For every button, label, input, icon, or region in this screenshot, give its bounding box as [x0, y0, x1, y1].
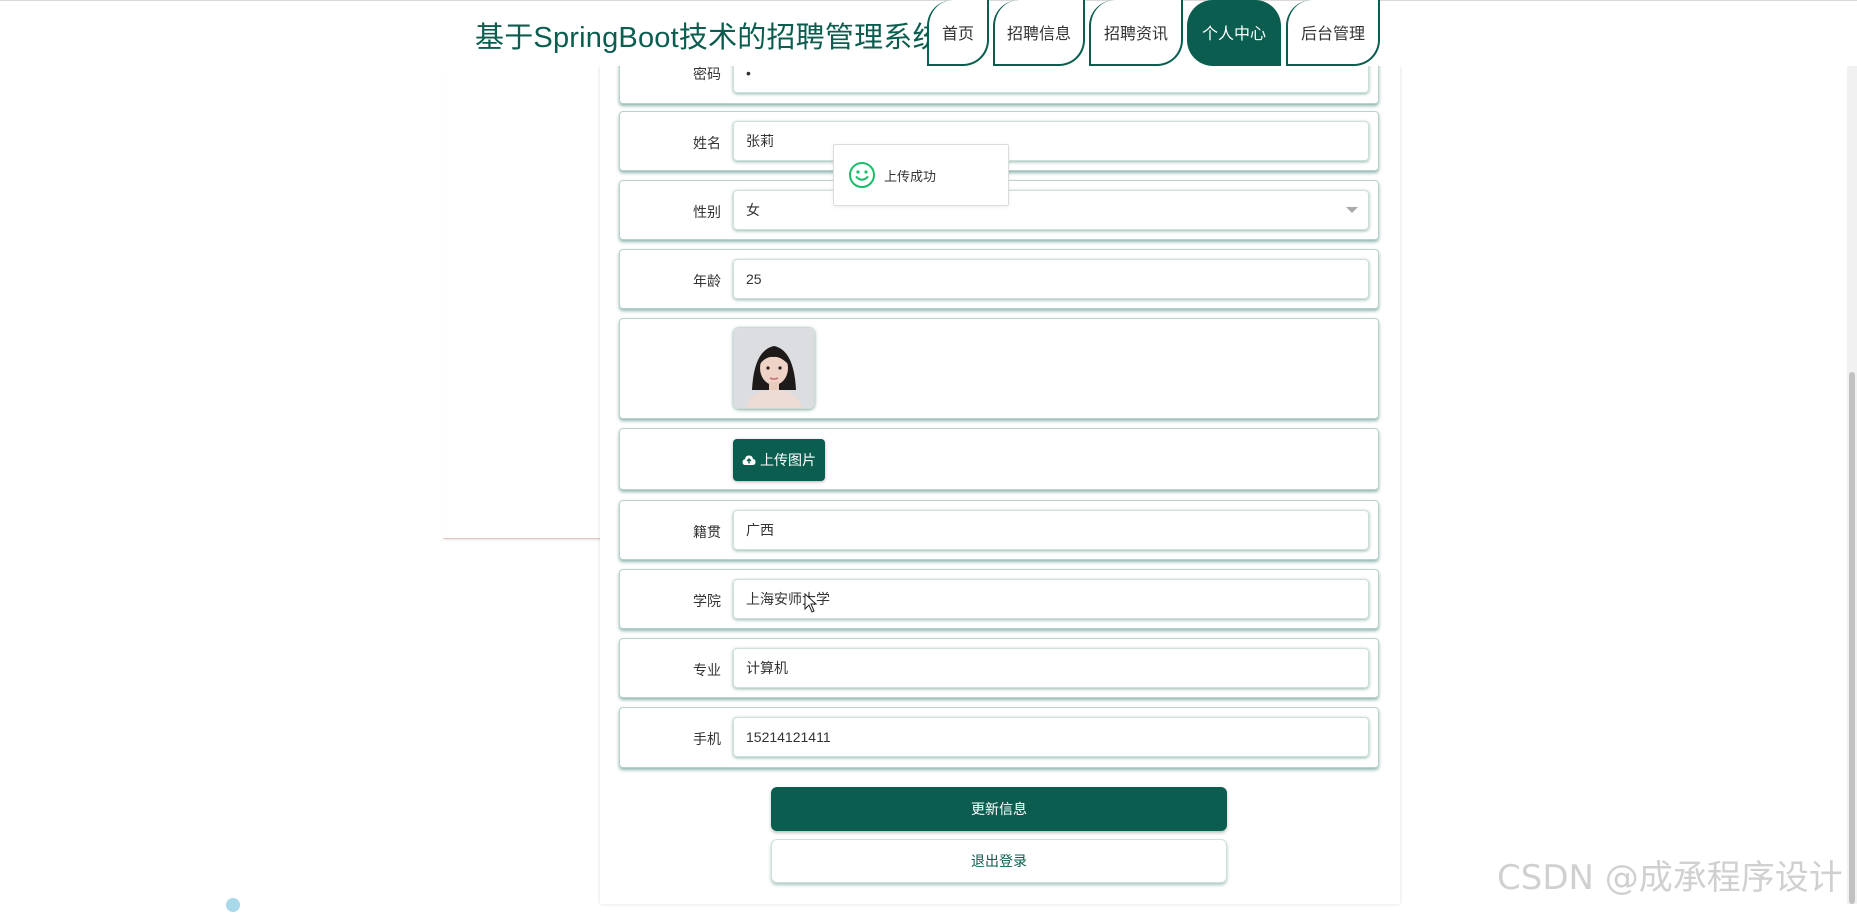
nav-tab-admin[interactable]: 后台管理	[1286, 0, 1380, 66]
page-scrollbar-thumb[interactable]	[1849, 372, 1855, 904]
cloud-upload-icon	[742, 455, 756, 465]
age-label: 年龄	[693, 273, 721, 289]
name-label: 姓名	[693, 135, 721, 151]
nav-tab-label: 招聘信息	[1006, 26, 1071, 43]
nav-tab-profile[interactable]: 个人中心	[1187, 0, 1281, 66]
password-value: •	[746, 65, 751, 81]
form-row-photo	[619, 318, 1379, 419]
nav-tab-label: 招聘资讯	[1103, 26, 1168, 43]
nav-tab-label: 个人中心	[1201, 26, 1266, 43]
age-field[interactable]: 25	[733, 259, 1369, 299]
nav-tab-news[interactable]: 招聘资讯	[1089, 0, 1183, 66]
avatar-portrait-image	[734, 328, 814, 408]
mouse-cursor-icon	[804, 593, 818, 613]
toast-message: 上传成功	[884, 168, 937, 184]
hometown-field[interactable]: 广西	[733, 510, 1369, 550]
nav-tab-label: 首页	[941, 26, 974, 43]
form-row-college: 学院 上海安师大学	[619, 569, 1379, 629]
gender-label: 性别	[693, 204, 721, 220]
update-info-button[interactable]: 更新信息	[771, 787, 1227, 831]
form-row-phone: 手机 15214121411	[619, 707, 1379, 768]
major-value: 计算机	[746, 660, 788, 676]
gender-value: 女	[746, 202, 760, 218]
nav-tab-home[interactable]: 首页	[927, 0, 989, 66]
hometown-value: 广西	[746, 522, 774, 538]
password-label: 密码	[693, 66, 721, 82]
age-value: 25	[746, 271, 762, 287]
phone-field[interactable]: 15214121411	[733, 717, 1369, 757]
phone-value: 15214121411	[746, 729, 831, 745]
logout-button[interactable]: 退出登录	[771, 839, 1227, 883]
site-title: 基于SpringBoot技术的招聘管理系统	[475, 22, 942, 54]
major-field[interactable]: 计算机	[733, 648, 1369, 688]
sidebar-card	[443, 66, 601, 539]
form-row-upload: 上传图片	[619, 428, 1379, 490]
watermark: CSDN @成承程序设计	[1497, 858, 1843, 898]
top-divider	[0, 0, 1857, 1]
chevron-down-icon	[1346, 207, 1358, 213]
form-row-age: 年龄 25	[619, 249, 1379, 309]
upload-image-label: 上传图片	[760, 452, 816, 468]
gender-select[interactable]: 女	[733, 190, 1369, 230]
form-row-major: 专业 计算机	[619, 638, 1379, 698]
form-row-hometown: 籍贯 广西	[619, 500, 1379, 560]
college-field[interactable]: 上海安师大学	[733, 579, 1369, 619]
upload-success-toast: 上传成功	[833, 144, 1009, 206]
nav-tab-jobs[interactable]: 招聘信息	[993, 0, 1085, 66]
college-label: 学院	[693, 593, 721, 609]
hometown-label: 籍贯	[693, 524, 721, 540]
avatar[interactable]	[733, 327, 815, 409]
smile-icon	[849, 162, 875, 188]
name-value: 张莉	[746, 133, 774, 149]
name-field[interactable]: 张莉	[733, 121, 1369, 161]
major-label: 专业	[693, 662, 721, 678]
nav-tab-label: 后台管理	[1300, 26, 1365, 43]
floating-widget[interactable]	[226, 898, 240, 912]
upload-image-button[interactable]: 上传图片	[733, 439, 825, 481]
top-header: 基于SpringBoot技术的招聘管理系统 首页 招聘信息 招聘资讯 个人中心 …	[0, 0, 1857, 66]
phone-label: 手机	[693, 731, 721, 747]
